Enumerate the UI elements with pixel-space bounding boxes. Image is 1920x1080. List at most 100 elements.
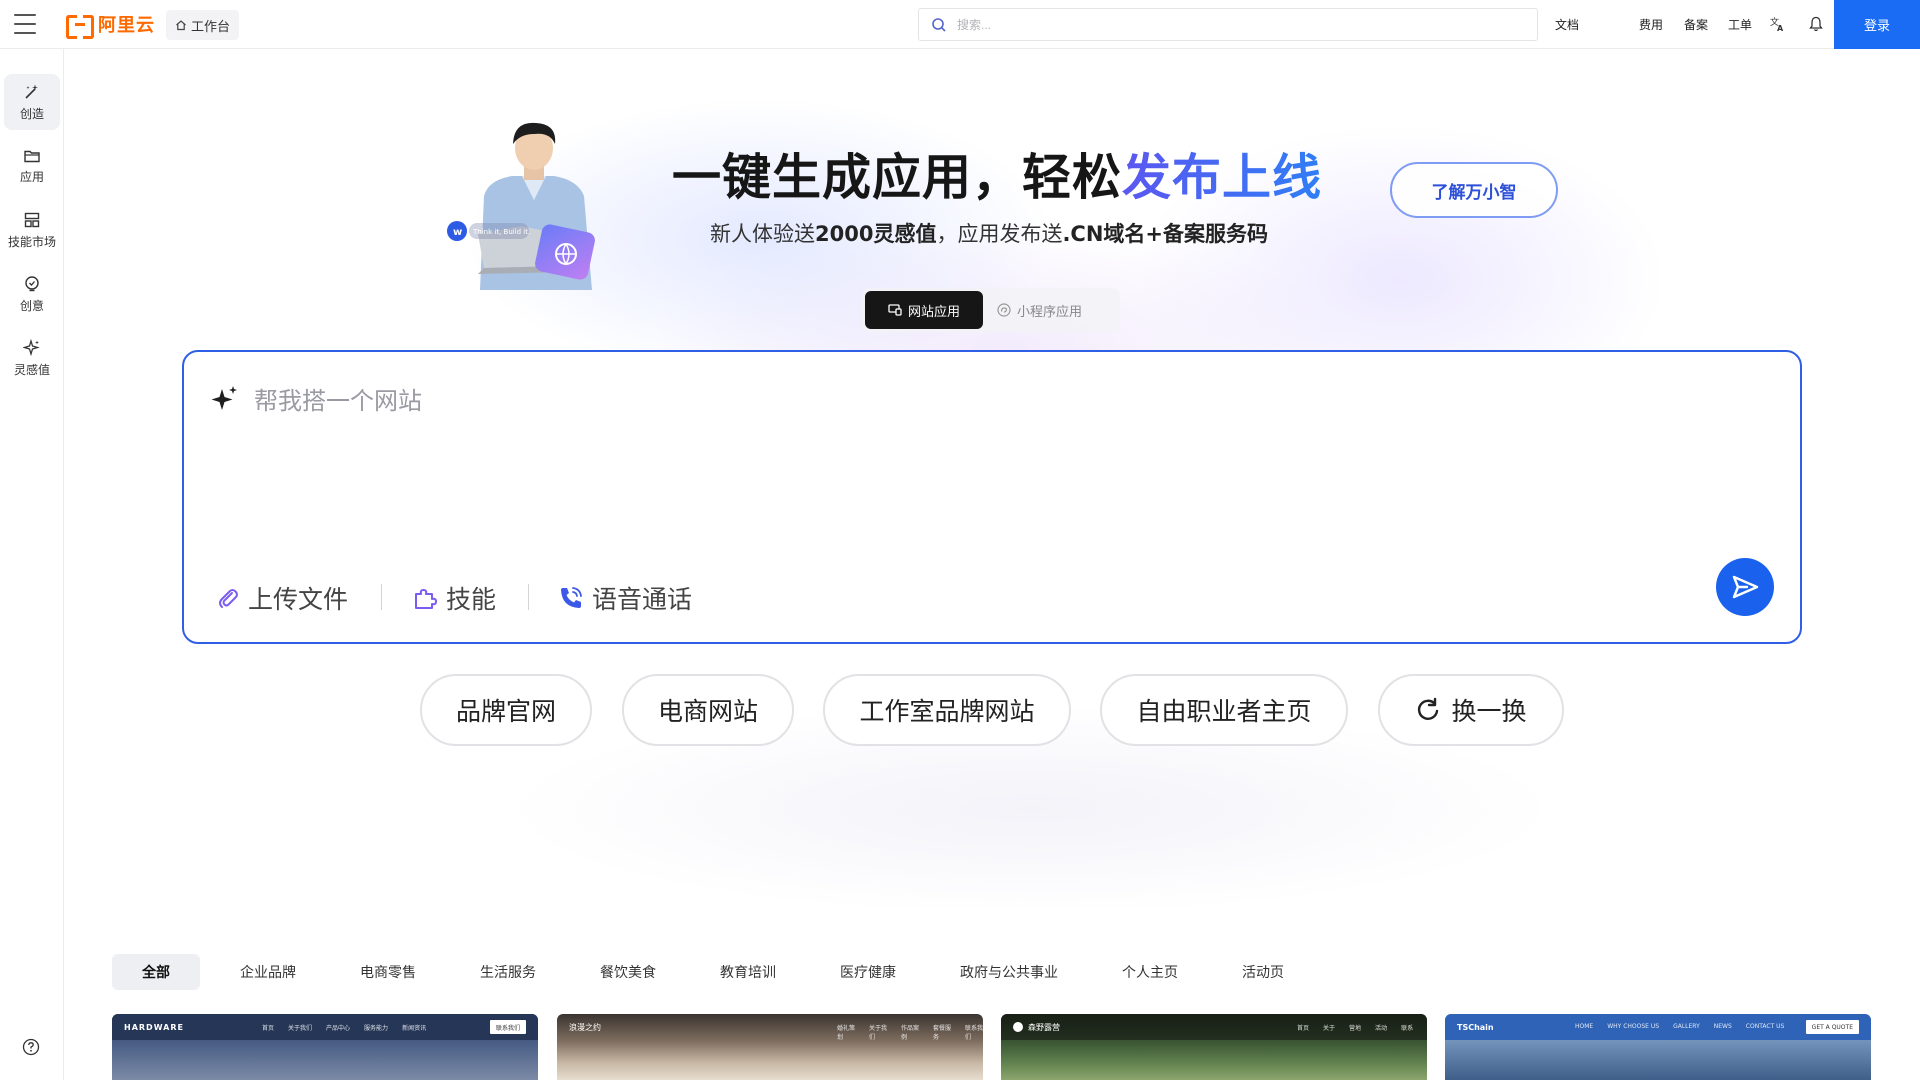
template-nav-item: 产品中心 xyxy=(326,1025,351,1032)
template-nav-item: WHY CHOOSE US xyxy=(1607,1023,1660,1030)
sidebar-item-apps[interactable]: 应用 xyxy=(4,138,60,194)
template-logo-icon xyxy=(1013,1022,1023,1032)
template-nav-item: HOME xyxy=(1575,1023,1594,1030)
folder-icon xyxy=(24,150,40,162)
laptop-caption: Think it, Build it. xyxy=(472,228,530,236)
sidebar-item-ideas[interactable]: 创意 xyxy=(4,266,60,322)
search-box[interactable] xyxy=(918,8,1538,41)
suggestion-chip[interactable]: 工作室品牌网站 xyxy=(823,674,1071,746)
suggestion-chip[interactable]: 电商网站 xyxy=(622,674,794,746)
template-nav-item: 首页 xyxy=(1297,1025,1310,1032)
phone-call-icon xyxy=(561,587,582,608)
tool-divider xyxy=(381,584,382,610)
suggestion-chip[interactable]: 品牌官网 xyxy=(420,674,592,746)
template-nav: HOME WHY CHOOSE US GALLERY NEWS CONTACT US xyxy=(1575,1023,1784,1030)
refresh-label: 换一换 xyxy=(1451,697,1527,726)
sidebar-item-inspiration-points[interactable]: 灵感值 xyxy=(4,330,60,386)
workbench-button[interactable]: 工作台 xyxy=(166,10,240,40)
template-nav-item: 婚礼策划 xyxy=(837,1025,856,1041)
template-cta: 联系我们 xyxy=(489,1020,526,1034)
sidebar: 创造 应用 技能市场 创意 灵感值 xyxy=(0,49,64,1080)
template-nav-item: 联系我们 xyxy=(965,1025,983,1041)
learn-wanxiaozhi-button[interactable]: 了解万小智 xyxy=(1390,162,1558,218)
template-nav-item: GALLERY xyxy=(1673,1023,1700,1030)
sidebar-item-create[interactable]: 创造 xyxy=(4,74,60,130)
miniprogram-icon xyxy=(997,303,1011,317)
aliyun-logo-mark-icon xyxy=(66,15,94,39)
lightbulb-icon xyxy=(25,275,39,291)
template-brand: HARDWARE xyxy=(124,1022,184,1032)
send-button[interactable] xyxy=(1716,558,1774,616)
help-icon[interactable] xyxy=(22,1038,40,1060)
tool-label: 上传文件 xyxy=(248,585,349,614)
hero-title: 一键生成应用，轻松发布上线 xyxy=(672,138,1322,209)
template-nav-item: NEWS xyxy=(1713,1023,1732,1030)
sidebar-item-skill-market[interactable]: 技能市场 xyxy=(4,202,60,258)
template-card[interactable]: HARDWARE 首页 关于我们 产品中心 服务能力 新闻资讯 联系我们 xyxy=(112,1014,538,1080)
category-tab[interactable]: 餐饮美食 xyxy=(598,954,658,990)
template-nav: 首页 关于 营地 活动 联系 xyxy=(1297,1023,1413,1032)
sparkle-icon xyxy=(211,386,237,410)
magic-wand-icon xyxy=(25,84,38,99)
website-icon xyxy=(888,304,902,316)
category-tab[interactable]: 企业品牌 xyxy=(238,954,298,990)
paperclip-icon xyxy=(219,589,238,608)
hero-person-illustration: w Think it, Build it. xyxy=(447,122,595,290)
mode-tabs: 网站应用 小程序应用 xyxy=(862,288,1120,332)
menu-icon[interactable] xyxy=(14,14,36,34)
login-button[interactable]: 登录 xyxy=(1834,0,1920,49)
template-nav: 婚礼策划 关于我们 作品案例 套餐服务 联系我们 xyxy=(837,1023,983,1041)
template-nav-item: 作品案例 xyxy=(901,1025,920,1041)
template-card[interactable]: TSChain HOME WHY CHOOSE US GALLERY NEWS CONT… xyxy=(1445,1014,1871,1080)
translate-icon[interactable]: 文A xyxy=(1768,14,1788,34)
template-nav-item: CONTACT US xyxy=(1745,1023,1785,1030)
category-tab[interactable]: 电商零售 xyxy=(358,954,418,990)
tool-divider xyxy=(528,584,529,610)
template-nav-item: 关于我们 xyxy=(869,1025,888,1041)
workbench-label: 工作台 xyxy=(191,19,231,35)
ticket-link[interactable]: 工单 xyxy=(1728,16,1752,33)
refresh-icon xyxy=(1418,697,1439,720)
search-input[interactable] xyxy=(957,17,1517,32)
billing-link[interactable]: 费用 xyxy=(1639,16,1663,33)
subtitle-part: 新人体验送 xyxy=(710,222,815,246)
svg-text:A: A xyxy=(1777,24,1784,32)
svg-text:w: w xyxy=(453,227,462,238)
template-brand: 森野露营 xyxy=(1028,1022,1060,1032)
category-tab[interactable]: 个人主页 xyxy=(1120,954,1180,990)
docs-link[interactable]: 文档 xyxy=(1555,16,1579,33)
upload-file-button[interactable]: 上传文件 xyxy=(216,580,348,616)
template-card[interactable]: 浪漫之约 婚礼策划 关于我们 作品案例 套餐服务 联系我们 xyxy=(557,1014,983,1080)
template-nav-item: 营地 xyxy=(1349,1025,1362,1032)
subtitle-part: ，应用发布送 xyxy=(936,222,1063,246)
subtitle-highlight: .CN域名+备案服务码 xyxy=(1062,222,1269,246)
skills-button[interactable]: 技能 xyxy=(412,580,496,616)
template-card[interactable]: 森野露营 首页 关于 营地 活动 联系 xyxy=(1001,1014,1427,1080)
category-tab-all[interactable]: 全部 xyxy=(112,954,200,990)
aliyun-logo[interactable]: 阿里云 xyxy=(66,11,155,39)
prompt-box: 上传文件 技能 语音通话 xyxy=(182,350,1802,644)
bell-icon[interactable] xyxy=(1806,14,1826,34)
template-nav: 首页 关于我们 产品中心 服务能力 新闻资讯 xyxy=(262,1023,426,1032)
voice-call-button[interactable]: 语音通话 xyxy=(558,580,692,616)
sidebar-item-label: 应用 xyxy=(19,169,44,184)
sidebar-item-label: 灵感值 xyxy=(13,362,50,377)
subtitle-highlight: 2000灵感值 xyxy=(815,222,937,246)
category-tab[interactable]: 活动页 xyxy=(1240,954,1286,990)
template-nav-item: 活动 xyxy=(1375,1025,1388,1032)
category-tab[interactable]: 生活服务 xyxy=(478,954,538,990)
icp-link[interactable]: 备案 xyxy=(1684,16,1708,33)
category-tab[interactable]: 政府与公共事业 xyxy=(958,954,1060,990)
tool-label: 语音通话 xyxy=(592,585,693,614)
refresh-suggestions-button[interactable]: 换一换 xyxy=(1378,674,1564,746)
tab-website-app[interactable]: 网站应用 xyxy=(865,291,983,329)
template-nav-item: 套餐服务 xyxy=(933,1025,952,1041)
prompt-input[interactable] xyxy=(254,384,1654,418)
tab-miniprogram-app[interactable]: 小程序应用 xyxy=(983,291,1096,329)
category-tab[interactable]: 医疗健康 xyxy=(838,954,898,990)
template-nav-item: 服务能力 xyxy=(364,1025,389,1032)
category-tab[interactable]: 教育培训 xyxy=(718,954,778,990)
suggestion-chip[interactable]: 自由职业者主页 xyxy=(1100,674,1348,746)
tab-label: 小程序应用 xyxy=(1017,304,1083,320)
template-nav-item: 联系 xyxy=(1401,1025,1414,1032)
